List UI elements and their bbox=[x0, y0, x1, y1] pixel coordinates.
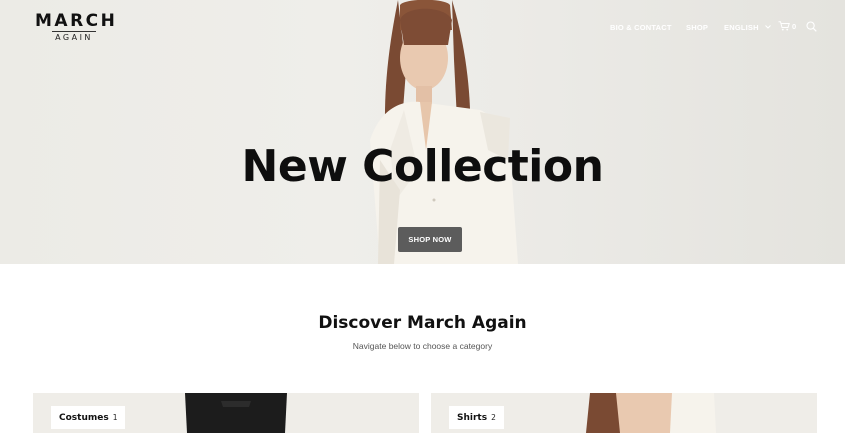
section-title: Discover March Again bbox=[318, 313, 527, 333]
shop-now-button[interactable]: SHOP NOW bbox=[398, 227, 462, 252]
language-label: ENGLISH bbox=[724, 22, 759, 32]
nav-shop[interactable]: SHOP bbox=[686, 23, 708, 32]
cart-count: 0 bbox=[792, 21, 797, 31]
logo-main-text: MARCH bbox=[35, 11, 118, 31]
cart-button[interactable]: 0 bbox=[778, 21, 796, 31]
hero-banner: MARCH AGAIN BIO & CONTACT SHOP ENGLISH 0… bbox=[0, 0, 845, 264]
category-label-shirts: Shirts 2 bbox=[449, 406, 504, 429]
site-logo[interactable]: MARCH AGAIN bbox=[35, 11, 118, 43]
shirt-model-image bbox=[586, 393, 716, 433]
search-icon[interactable] bbox=[806, 21, 817, 32]
logo-sub-text: AGAIN bbox=[55, 33, 93, 42]
section-subtitle: Navigate below to choose a category bbox=[352, 341, 493, 351]
category-name: Costumes bbox=[59, 412, 109, 423]
category-card-costumes[interactable]: Costumes 1 bbox=[33, 393, 419, 433]
language-selector[interactable]: ENGLISH bbox=[724, 23, 771, 32]
costume-image bbox=[185, 393, 287, 433]
category-name: Shirts bbox=[457, 412, 488, 423]
category-count: 2 bbox=[491, 413, 496, 422]
category-label-costumes: Costumes 1 bbox=[51, 406, 126, 429]
hero-title: New Collection bbox=[241, 141, 604, 192]
hero-model-image bbox=[370, 0, 518, 264]
category-card-shirts[interactable]: Shirts 2 bbox=[431, 393, 817, 433]
cart-icon bbox=[778, 21, 790, 31]
logo-divider bbox=[52, 31, 96, 32]
category-count: 1 bbox=[112, 413, 118, 422]
nav-bio-contact[interactable]: BIO & CONTACT bbox=[610, 23, 672, 32]
chevron-down-icon bbox=[764, 25, 771, 29]
